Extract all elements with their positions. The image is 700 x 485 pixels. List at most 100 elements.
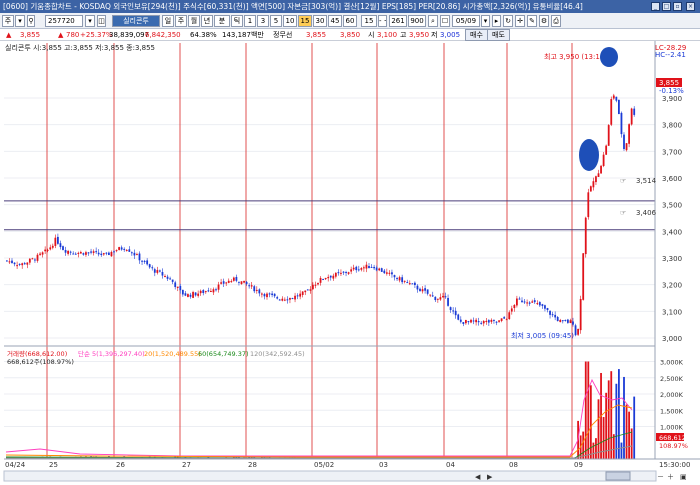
print-icon[interactable]: ⎙ [551,15,561,27]
candle-body [120,247,123,250]
candle-body [337,272,340,274]
period-btn-3[interactable]: 3 [257,15,269,27]
price-info-bar: ▲ 3,855 ▲ 780 +25.37% 38,839,097 6,842,3… [0,29,700,41]
candle-body [314,284,317,286]
minimize-icon[interactable]: _ [651,2,660,11]
date-check-icon[interactable]: ☐ [440,15,450,27]
tools-icon[interactable]: ✎ [527,15,537,27]
candle-body [11,260,13,264]
calendar-icon[interactable]: ▾ [481,15,490,27]
date-input[interactable]: 05/09 [452,15,480,27]
period-type-year[interactable]: 년 [201,15,213,27]
candle-body [176,286,179,288]
period-btn-tick[interactable]: 틱 [231,15,243,27]
bar-count-input[interactable]: 261 [389,15,407,27]
candle-body [41,252,44,255]
zoom-in-icon[interactable]: ＋ [667,473,674,481]
candle-body [31,258,34,260]
period-type-min[interactable]: 분 [214,15,230,27]
candle-body [569,320,572,324]
candle-body [630,108,633,125]
period-count-input[interactable]: 15 [361,15,377,27]
candle-body [505,319,508,321]
refresh-icon[interactable]: ↻ [503,15,513,27]
period-type-day[interactable]: 일 [162,15,174,27]
restore-icon[interactable]: ▫ [673,2,682,11]
volume-legend-2: 단순 5(1,396,297.40) [78,349,145,358]
candle-body [291,298,294,300]
candle-body [424,288,426,291]
candle-body [602,154,605,166]
period-btn-10[interactable]: 10 [283,15,297,27]
candle-body [467,321,470,323]
price-up-icon: ▲ [58,31,64,39]
scroll-right-icon[interactable]: ▶ [487,473,493,481]
settings-icon[interactable]: ⚙ [539,15,549,27]
candle-body [600,165,602,174]
candle-body [153,269,156,273]
candle-body [589,186,592,192]
candle-body [113,251,115,253]
stock-chart[interactable]: 실리콘투 시:3,855 고:3,855 저:3,855 종:3,855 LC-… [0,41,700,485]
code-search-icon[interactable]: ▾ [85,15,95,27]
low-annotation: 최저 3,005 (09:45) [511,331,574,340]
candle-body [444,296,447,298]
stock-code-input[interactable]: 257720 [45,15,83,27]
candle-body [482,320,485,324]
scroll-left-icon[interactable]: ◀ [475,473,481,481]
history-icon[interactable]: ◫ [97,15,106,27]
stock-name-label[interactable]: 실리콘투 [112,15,160,27]
candle-body [148,264,151,268]
candle-body [136,254,138,256]
candle-body [480,322,483,324]
next-icon[interactable]: ▸ [492,15,501,27]
period-type-month[interactable]: 월 [188,15,200,27]
candle-body [240,281,243,285]
candle-body [454,310,457,316]
scroll-track[interactable] [3,470,657,482]
period-btn-45[interactable]: 45 [328,15,342,27]
candle-body [97,252,100,255]
candle-body [620,112,623,135]
period-btn-1[interactable]: 1 [244,15,256,27]
candle-body [87,252,90,254]
x-tick-label: 27 [182,461,191,469]
candle-body [554,314,557,318]
maximize-icon[interactable]: □ [662,2,671,11]
candle-body [36,254,39,261]
candle-body [516,298,518,306]
candle-body [204,291,207,293]
candle-body [373,266,375,269]
candle-body [429,294,432,296]
candle-body [108,252,110,255]
period-type-week[interactable]: 주 [175,15,187,27]
window-title: [0600] 기움종합차트 - KOSDAQ 외국인보유[294(천)] 주식수… [3,2,583,11]
period-btn-5[interactable]: 5 [270,15,282,27]
total-count-input[interactable]: 900 [408,15,426,27]
current-price: 3,855 [20,31,41,39]
volume-bar [587,361,590,459]
candle-body [347,272,350,274]
close-icon[interactable]: × [686,2,695,11]
sell-button[interactable]: 매도 [487,29,510,41]
period-btn-30[interactable]: 30 [313,15,327,27]
buy-button[interactable]: 매수 [465,29,488,41]
scroll-thumb[interactable] [605,471,631,481]
crosshair-icon[interactable]: ✛ [515,15,525,27]
view-all-icon[interactable]: ▣ [680,473,687,481]
x-tick-label: 08 [509,461,518,469]
lookup-icon[interactable]: ⌕ [428,15,438,27]
mode-dropdown-icon[interactable]: ▾ [15,15,25,27]
candle-body [296,295,299,297]
period-btn-60[interactable]: 60 [343,15,357,27]
candle-body [18,263,21,265]
search-icon[interactable]: ⚲ [27,15,35,27]
candle-body [299,293,302,297]
period-btn-15[interactable]: 15 [298,15,312,27]
candle-body [319,278,322,283]
candle-body [487,320,490,323]
chart-mode-select[interactable]: 주 [2,15,14,27]
zoom-out-icon[interactable]: － [657,473,664,481]
count-spin-icon[interactable]: - ~ [378,15,387,27]
candle-body [465,320,467,324]
